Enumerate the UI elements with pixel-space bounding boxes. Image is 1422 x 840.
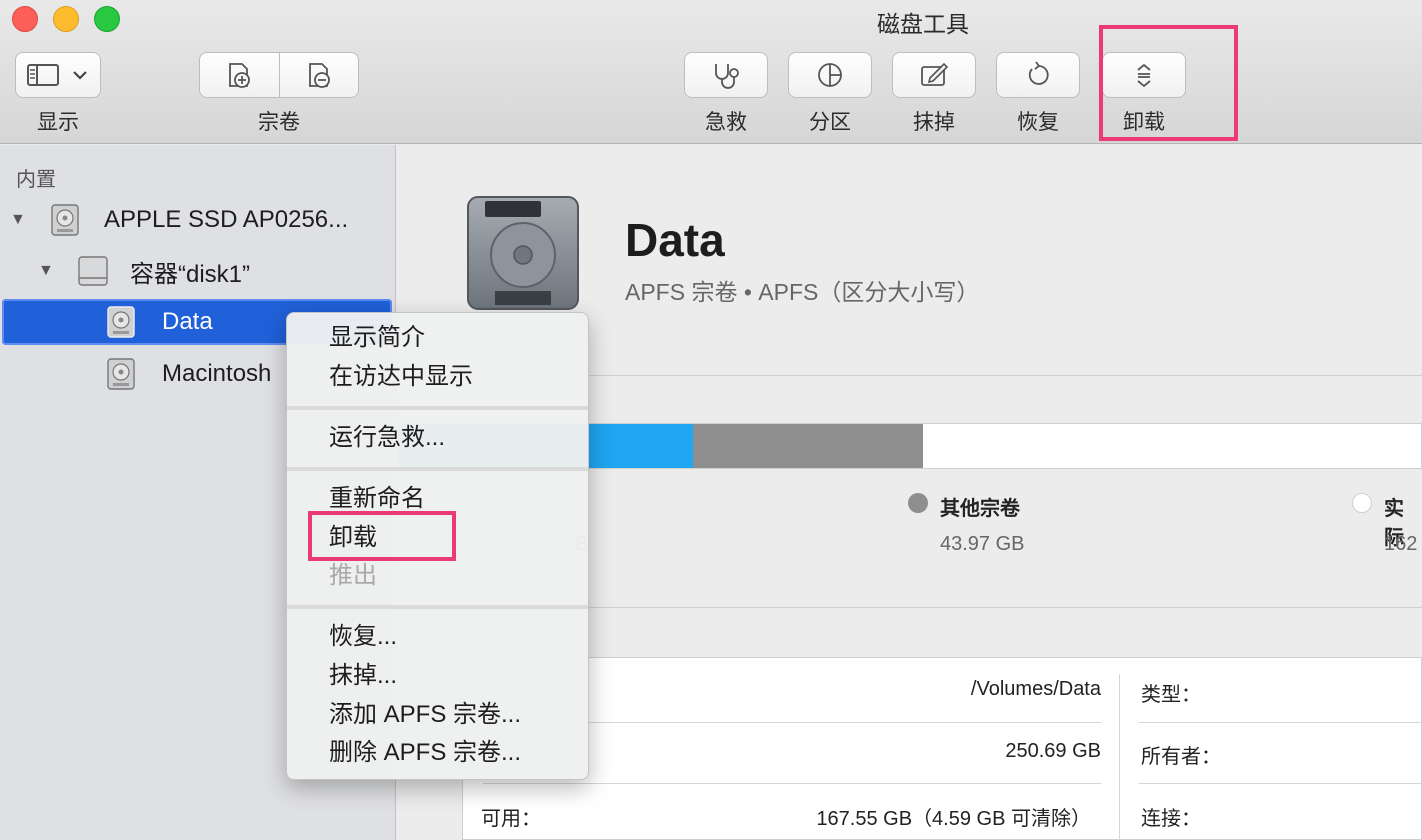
legend-other-label: 其他宗卷 [940,498,1020,520]
remove-volume-button[interactable] [278,53,359,97]
menu-item-restore[interactable]: 恢复... [329,622,397,652]
disclosure-triangle-icon[interactable]: ▼ [38,262,58,280]
sidebar-item-label: Data [162,308,213,335]
disclosure-triangle-icon[interactable]: ▼ [10,211,30,229]
context-menu: 显示简介 在访达中显示 运行急救... 重新命名 卸载 推出 恢复... 抹掉.… [286,312,589,780]
volume-label: 宗卷 [258,111,300,134]
mount-point-value: /Volumes/Data [970,678,1101,700]
info-panel: /Volumes/Data 250.69 GB 可用： 167.55 GB（4.… [462,657,1422,840]
restore-icon [1028,61,1049,85]
unmount-toolbar-highlight [1099,25,1238,141]
view-button[interactable] [15,52,101,98]
sidebar-item-label: 容器“disk1” [130,260,251,288]
menu-separator [287,406,588,410]
erase-button[interactable] [892,52,976,98]
sidebar-item-label: Macintosh [162,360,272,387]
menu-separator [287,605,588,609]
capacity-value: 250.69 GB [1005,740,1101,762]
menu-item-erase[interactable]: 抹掉... [329,661,397,691]
partition-button[interactable] [788,52,872,98]
available-label: 可用： [481,808,541,830]
container-icon [78,256,108,286]
view-label: 显示 [37,111,79,134]
legend-free-value: 162 [1384,533,1418,555]
chevron-down-icon [73,71,87,80]
connection-label: 连接： [1141,808,1201,830]
type-label: 类型： [1141,684,1201,706]
toolbar: 磁盘工具 显示 宗卷 急救 分区 抹掉 恢复 卸载 [0,0,1422,144]
menu-item-rename[interactable]: 重新命名 [329,484,425,514]
volume-icon [107,306,135,338]
menu-item-get-info[interactable]: 显示简介 [329,323,425,353]
menu-item-run-first-aid[interactable]: 运行急救... [329,423,445,453]
add-volume-icon [229,63,251,88]
volume-large-icon [467,196,579,310]
owners-label: 所有者： [1141,746,1221,768]
unmount-menu-highlight [308,511,456,561]
first-aid-label: 急救 [705,111,747,134]
internal-disk-icon [51,204,79,236]
menu-item-add-apfs-volume[interactable]: 添加 APFS 宗卷... [329,700,521,730]
volume-subtitle: APFS 宗卷 • APFS（区分大小写） [625,279,980,305]
sidebar-item-apple-ssd[interactable]: ▼ APPLE SSD AP0256... [0,197,392,243]
sidebar-icon [27,64,59,86]
menu-separator [287,467,588,471]
legend-other-value: 43.97 GB [940,533,1025,555]
menu-item-show-in-finder[interactable]: 在访达中显示 [329,362,473,392]
divider [1139,722,1422,723]
volume-icon [107,358,135,390]
legend-free-dot [1352,493,1372,513]
stethoscope-icon [715,64,739,89]
divider [1119,674,1120,840]
volume-name: Data [625,214,725,266]
partition-icon [818,63,842,87]
menu-item-delete-apfs-volume[interactable]: 删除 APFS 宗卷... [329,738,521,768]
erase-icon [921,62,949,86]
sidebar-item-container[interactable]: ▼ 容器“disk1” [0,248,392,294]
sidebar-item-label: APPLE SSD AP0256... [104,206,349,233]
divider [1139,783,1422,784]
add-volume-button[interactable] [200,53,279,97]
volume-segmented-control [199,52,359,98]
usage-free-segment [923,424,1421,468]
divider [483,783,1101,784]
restore-button[interactable] [996,52,1080,98]
available-value: 167.55 GB（4.59 GB 可清除） [816,808,1091,830]
remove-volume-icon [308,63,330,88]
erase-label: 抹掉 [913,111,955,134]
legend-other-dot [908,493,928,513]
partition-label: 分区 [809,111,851,134]
sidebar-section-internal: 内置 [16,169,56,191]
first-aid-button[interactable] [684,52,768,98]
menu-item-eject: 推出 [329,562,377,589]
restore-label: 恢复 [1017,111,1059,134]
usage-other-segment [693,424,923,468]
